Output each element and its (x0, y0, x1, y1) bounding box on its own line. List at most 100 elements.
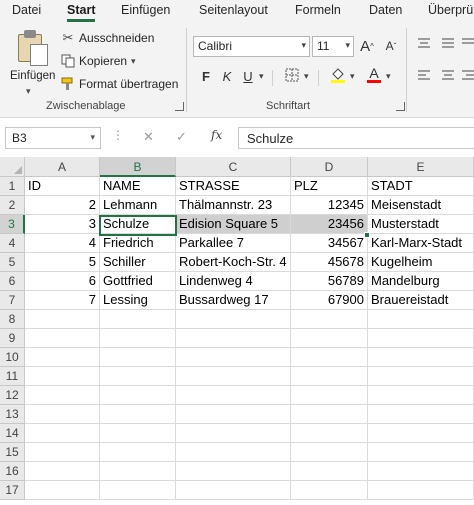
row-header-10[interactable]: 10 (0, 348, 25, 367)
row-header-9[interactable]: 9 (0, 329, 25, 348)
cell-c6[interactable]: Lindenweg 4 (176, 272, 291, 291)
dialog-launcher-icon[interactable] (175, 102, 184, 111)
cut-button[interactable]: ✂ Ausschneiden (60, 28, 155, 48)
cell-b11[interactable] (100, 367, 176, 386)
cell-a1[interactable]: ID (25, 177, 100, 196)
cell-e4[interactable]: Karl-Marx-Stadt (368, 234, 474, 253)
confirm-icon[interactable]: ✓ (176, 129, 187, 145)
fill-color-button[interactable] (328, 66, 348, 86)
row-header-3[interactable]: 3 (0, 215, 25, 234)
cell-c16[interactable] (176, 462, 291, 481)
tab-start[interactable]: Start (67, 3, 95, 17)
cell-b7[interactable]: Lessing (100, 291, 176, 310)
tab-ueberpruefen[interactable]: Überprü (428, 3, 473, 17)
cell-d16[interactable] (291, 462, 368, 481)
chevron-down-icon[interactable]: ▾ (259, 71, 264, 82)
row-header-11[interactable]: 11 (0, 367, 25, 386)
cell-b10[interactable] (100, 348, 176, 367)
cell-d8[interactable] (291, 310, 368, 329)
cell-d7[interactable]: 67900 (291, 291, 368, 310)
align-left-button[interactable] (414, 66, 434, 86)
borders-button[interactable] (282, 66, 302, 86)
align-right-button[interactable] (458, 66, 474, 86)
row-header-16[interactable]: 16 (0, 462, 25, 481)
bold-button[interactable]: F (196, 66, 216, 86)
chevron-down-icon[interactable]: ▾ (90, 132, 95, 143)
align-bottom-button[interactable] (458, 34, 474, 54)
cell-b2[interactable]: Lehmann (100, 196, 176, 215)
cell-c17[interactable] (176, 481, 291, 500)
cell-b12[interactable] (100, 386, 176, 405)
row-header-5[interactable]: 5 (0, 253, 25, 272)
chevron-down-icon[interactable]: ▾ (131, 56, 136, 67)
chevron-down-icon[interactable]: ▾ (350, 71, 355, 82)
cell-e16[interactable] (368, 462, 474, 481)
cell-c8[interactable] (176, 310, 291, 329)
shrink-font-button[interactable]: Aˇ (381, 36, 401, 56)
cell-e7[interactable]: Brauereistadt (368, 291, 474, 310)
more-options-icon[interactable]: ⋮ (112, 128, 124, 142)
align-top-button[interactable] (414, 34, 434, 54)
cell-e11[interactable] (368, 367, 474, 386)
copy-button[interactable]: Kopieren ▾ (60, 51, 136, 71)
cell-e3[interactable]: Musterstadt (368, 215, 474, 234)
cell-b9[interactable] (100, 329, 176, 348)
cell-c1[interactable]: STRASSE (176, 177, 291, 196)
dialog-launcher-icon[interactable] (396, 102, 405, 111)
cell-b15[interactable] (100, 443, 176, 462)
tab-daten[interactable]: Daten (369, 3, 402, 17)
cell-d13[interactable] (291, 405, 368, 424)
row-header-12[interactable]: 12 (0, 386, 25, 405)
font-color-button[interactable]: A (364, 64, 384, 84)
cell-e14[interactable] (368, 424, 474, 443)
cell-b14[interactable] (100, 424, 176, 443)
cell-e10[interactable] (368, 348, 474, 367)
cell-b1[interactable]: NAME (100, 177, 176, 196)
cell-d12[interactable] (291, 386, 368, 405)
tab-seitenlayout[interactable]: Seitenlayout (199, 3, 268, 17)
align-center-button[interactable] (438, 66, 458, 86)
cell-c4[interactable]: Parkallee 7 (176, 234, 291, 253)
cell-c9[interactable] (176, 329, 291, 348)
cell-a10[interactable] (25, 348, 100, 367)
column-header-c[interactable]: C (176, 157, 291, 177)
font-size-dropdown[interactable]: 11 ▾ (312, 36, 354, 57)
cell-c2[interactable]: Thälmannstr. 23 (176, 196, 291, 215)
cell-d3[interactable]: 23456 (291, 215, 368, 234)
cell-a14[interactable] (25, 424, 100, 443)
paste-button[interactable]: Einfügen ▾ (6, 28, 55, 97)
insert-function-icon[interactable]: fx (211, 128, 222, 142)
cell-d15[interactable] (291, 443, 368, 462)
row-header-7[interactable]: 7 (0, 291, 25, 310)
chevron-down-icon[interactable]: ▾ (304, 71, 309, 82)
cell-c14[interactable] (176, 424, 291, 443)
row-header-4[interactable]: 4 (0, 234, 25, 253)
italic-button[interactable]: K (217, 66, 237, 86)
row-header-2[interactable]: 2 (0, 196, 25, 215)
row-header-17[interactable]: 17 (0, 481, 25, 500)
cell-d2[interactable]: 12345 (291, 196, 368, 215)
cell-d5[interactable]: 45678 (291, 253, 368, 272)
cell-d1[interactable]: PLZ (291, 177, 368, 196)
chevron-down-icon[interactable]: ▾ (26, 86, 31, 97)
fill-handle[interactable] (364, 232, 370, 238)
column-header-e[interactable]: E (368, 157, 474, 177)
cell-b16[interactable] (100, 462, 176, 481)
row-header-15[interactable]: 15 (0, 443, 25, 462)
cell-e13[interactable] (368, 405, 474, 424)
cell-e9[interactable] (368, 329, 474, 348)
cell-a17[interactable] (25, 481, 100, 500)
row-header-8[interactable]: 8 (0, 310, 25, 329)
tab-formeln[interactable]: Formeln (295, 3, 341, 17)
cell-e17[interactable] (368, 481, 474, 500)
cell-a5[interactable]: 5 (25, 253, 100, 272)
cell-d9[interactable] (291, 329, 368, 348)
cell-c15[interactable] (176, 443, 291, 462)
formula-input[interactable]: Schulze (238, 127, 474, 149)
cell-c3[interactable]: Edision Square 5 (176, 215, 291, 234)
tab-einfuegen[interactable]: Einfügen (121, 3, 170, 17)
cell-d10[interactable] (291, 348, 368, 367)
cell-a12[interactable] (25, 386, 100, 405)
cell-c12[interactable] (176, 386, 291, 405)
column-header-d[interactable]: D (291, 157, 368, 177)
